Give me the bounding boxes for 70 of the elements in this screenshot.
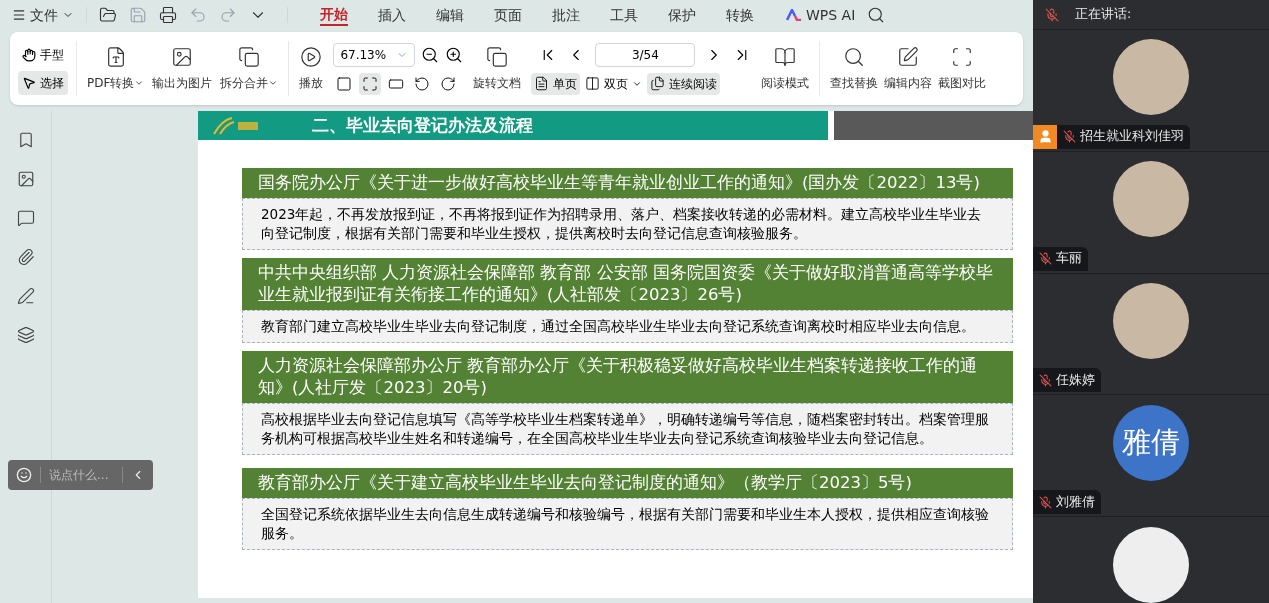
zoom-in-icon[interactable] [445,45,464,64]
section-body: 2023年起，不再发放报到证，不再将报到证作为招聘录用、落户、档案接收转递的必需材料。建立高校毕业生毕业去向登记制度，根据有关部门需要和毕业生授权，提供离校时去向登记信息查询核验服务。 [242,198,1013,250]
section-body: 全国登记系统依据毕业生去向信息生成转递编号和核验编号，根据有关部门需要和毕业生本人授权，提供相应查询核验服务。 [242,498,1013,550]
file-tool-button[interactable]: PDF转换 [85,45,147,92]
tool-button[interactable]: 截图对比 [936,45,989,92]
two-page-icon [585,76,601,91]
avatar-initials: 雅倩 [1113,404,1189,481]
section-heading: 教育部办公厅《关于建立高校毕业生毕业去向登记制度的通知》（教学厅〔2023〕5号) [242,468,1013,498]
open-icon[interactable] [99,6,117,24]
ribbon-tab[interactable]: 编辑 [436,4,464,26]
tool-button[interactable]: 编辑内容 [882,45,935,92]
name-tag: 车丽 [1033,246,1088,271]
single-page-icon [534,76,550,91]
rotate-document-button[interactable]: 旋转文档 [471,45,524,92]
edit-icon [897,45,920,68]
file-tool-button[interactable]: 输出为图片 [150,45,215,92]
comment-icon[interactable] [16,209,35,227]
ai-logo-icon [786,9,802,21]
file-tool-button[interactable]: 拆分合并 [218,45,281,92]
print-icon[interactable] [159,6,177,24]
section-heading: 国务院办公厅《关于进一步做好高校毕业生等青年就业创业工作的通知》(国办发〔2022〕13号) [242,168,1013,198]
fit-mode-icon[interactable] [359,72,382,95]
tool-button[interactable]: 查找替换 [828,45,881,92]
wps-ai-button[interactable]: WPS AI [786,4,856,26]
emoji-icon [16,467,32,483]
play-icon [300,45,323,68]
search-icon[interactable] [867,6,886,24]
muted-mic-icon [1045,7,1059,22]
ribbon-tab[interactable]: 插入 [378,4,406,26]
copy-icon [238,45,261,68]
ribbon-tab[interactable]: 转换 [726,4,754,26]
name-tag: 任姝婷 [1033,368,1101,393]
view-mode-button[interactable]: 连续阅读 [647,72,721,95]
slide-title: 二、毕业去向登记办法及流程 [312,113,533,137]
section-body: 教育部门建立高校毕业生毕业去向登记制度，通过全国高校毕业生毕业去向登记系统查询离校时相应毕业去向信息。 [242,310,1013,343]
page-field[interactable]: 3/54 [595,42,696,67]
book-icon [774,45,797,68]
speaking-label: 正在讲话: [1075,5,1132,24]
scan-icon [951,45,974,68]
section-heading: 人力资源社会保障部办公厅 教育部办公厅《关于积极稳妥做好高校毕业生档案转递接收工作的通知》(人社厅发〔2023〕20号) [242,351,1013,403]
layers-icon[interactable] [16,326,35,344]
reading-mode-button[interactable]: 阅读模式 [759,45,812,92]
paperclip-icon[interactable] [16,248,35,266]
zoom-out-icon[interactable] [421,45,440,64]
play-button[interactable]: 播放 [297,45,326,92]
image-icon [171,45,194,68]
rotate-document-icon [486,45,509,68]
hand-icon [22,47,36,62]
ribbon-tab[interactable]: 保护 [668,4,696,26]
zoom-select[interactable]: 67.13% [333,42,416,67]
cursor-icon [22,75,36,90]
menu-icon [12,8,26,22]
name-tag: 招生就业科刘佳羽 [1057,124,1190,149]
image-icon[interactable] [16,170,35,188]
chat-placeholder: 说点什么... [49,467,110,484]
cursor-mode-button[interactable]: 选择 [18,70,68,95]
pen-icon[interactable] [16,287,35,305]
section-heading: 中共中央组织部 人力资源社会保障部 教育部 公安部 国务院国资委《关于做好取消普通高等学校毕业生就业报到证有关衔接工作的通知》(人社部发〔2023〕26号) [242,258,1013,310]
name-tag: 刘雅倩 [1033,490,1101,514]
cursor-mode-button[interactable]: 手型 [18,42,68,67]
ribbon-tab[interactable]: 批注 [552,4,580,26]
file-menu[interactable]: 文件 [12,4,74,26]
ribbon-tab[interactable]: 工具 [610,4,638,26]
view-mode-button[interactable]: 双页 [582,72,646,95]
continuous-icon [650,76,666,91]
section-body: 高校根据毕业去向登记信息填写《高等学校毕业生档案转递单》，明确转递编号等信息，随档案密封转出。档案管理服务机构可根据高校毕业生姓名和转递编号，在全国高校毕业生毕业去向登记系统查询核验毕业去向登记信息。 [242,403,1013,455]
ribbon-tab[interactable]: 页面 [494,4,522,26]
ribbon-tab[interactable]: 开始 [320,4,348,26]
view-mode-button[interactable]: 单页 [531,72,581,95]
search-icon [843,45,866,68]
